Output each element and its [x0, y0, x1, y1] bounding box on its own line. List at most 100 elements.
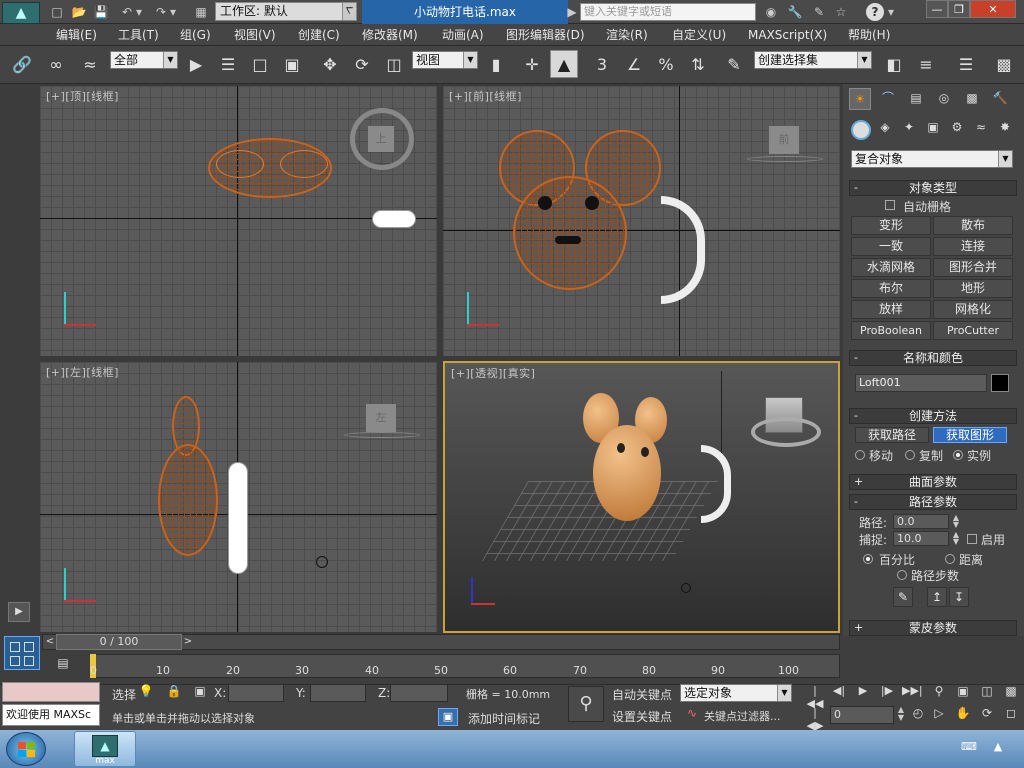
key-filters-button[interactable]: 关键点过滤器...: [704, 708, 781, 724]
restore-button[interactable]: ❐: [948, 0, 970, 18]
taskbar-3dsmax-button[interactable]: ▲ max: [74, 731, 136, 767]
key-filter-selection-dropdown[interactable]: 选定对象 ▼: [680, 684, 792, 702]
set-key-icon[interactable]: ⚲: [568, 686, 604, 722]
loft-button[interactable]: 放样: [851, 300, 931, 319]
select-and-manipulate-icon[interactable]: ✛: [518, 50, 546, 78]
viewport-perspective-label[interactable]: [+][透视][真实]: [451, 365, 535, 381]
boolean-button[interactable]: 布尔: [851, 279, 931, 298]
mouse-head-wireframe[interactable]: [513, 176, 627, 290]
viewport-perspective[interactable]: [+][透视][真实]: [443, 361, 840, 633]
viewport-left[interactable]: [+][左][线框] 左: [40, 362, 437, 632]
loft-object-top[interactable]: [372, 210, 416, 228]
application-button[interactable]: ▲: [2, 2, 40, 24]
minimize-button[interactable]: —: [926, 0, 948, 18]
zoom-icon[interactable]: ⚲: [930, 684, 948, 700]
morph-button[interactable]: 变形: [851, 216, 931, 235]
spinner-arrows-icon[interactable]: ▲ ▼: [896, 706, 906, 722]
next-key-icon[interactable]: |▶: [878, 684, 896, 700]
help-dropdown-icon[interactable]: ▾: [886, 3, 896, 21]
viewport-layout-button[interactable]: [4, 636, 40, 670]
loft-object-perspective[interactable]: [701, 445, 731, 523]
path-value-spinner[interactable]: 0.0: [893, 514, 949, 529]
selection-lock-icon[interactable]: 🔒: [166, 684, 182, 700]
viewcube-ring[interactable]: [751, 417, 821, 447]
window-crossing-icon[interactable]: ▣: [278, 50, 306, 78]
viewcube-ring[interactable]: [747, 156, 823, 162]
distance-radio[interactable]: [945, 554, 955, 564]
previous-frame-icon[interactable]: <: [44, 634, 56, 650]
viewcube-left[interactable]: 左: [366, 404, 396, 432]
open-mini-curve-editor-icon[interactable]: ▤: [50, 656, 76, 672]
shapemerge-button[interactable]: 图形合并: [933, 258, 1013, 277]
reference-coordinate-dropdown[interactable]: 视图 ▼: [412, 51, 478, 69]
terrain-button[interactable]: 地形: [933, 279, 1013, 298]
viewport-top-label[interactable]: [+][顶][线框]: [46, 88, 119, 104]
path-parameters-rollout[interactable]: - 路径参数: [849, 494, 1017, 510]
menu-tools[interactable]: 工具(T): [118, 25, 159, 45]
name-color-rollout[interactable]: - 名称和颜色: [849, 350, 1017, 366]
pick-shape-icon[interactable]: ✎: [893, 587, 913, 607]
zoom-extents-icon[interactable]: ◫: [978, 684, 996, 700]
zoom-all-icon[interactable]: ▣: [954, 684, 972, 700]
mesher-button[interactable]: 网格化: [933, 300, 1013, 319]
rectangular-selection-icon[interactable]: □: [246, 50, 274, 78]
viewport-front[interactable]: [+][前][线框] 前: [443, 86, 840, 356]
binoculars-icon[interactable]: ◉: [762, 3, 780, 21]
viewcube-top[interactable]: 上: [368, 126, 394, 152]
connect-button[interactable]: 连接: [933, 237, 1013, 256]
create-tab-icon[interactable]: ☀: [849, 88, 871, 110]
get-shape-button[interactable]: 获取图形: [933, 427, 1007, 443]
menu-graph-editors[interactable]: 图形编辑器(D): [506, 25, 585, 45]
modify-tab-icon[interactable]: ⌒: [877, 88, 899, 110]
space-warps-icon[interactable]: ≈: [971, 120, 991, 140]
geometry-icon[interactable]: [851, 120, 871, 140]
select-and-move-icon[interactable]: ✥: [316, 50, 344, 78]
viewport-left-label[interactable]: [+][左][线框]: [46, 364, 119, 380]
auto-key-button[interactable]: 自动关键点: [612, 686, 672, 703]
percent-snap-icon[interactable]: %: [652, 50, 680, 78]
key-tools-icon[interactable]: 🔧: [786, 3, 804, 21]
helpers-icon[interactable]: ⚙: [947, 120, 967, 140]
favorites-star-icon[interactable]: ☆: [832, 3, 850, 21]
open-file-icon[interactable]: 📂: [70, 3, 88, 21]
new-file-icon[interactable]: □: [48, 3, 66, 21]
welcome-text[interactable]: 欢迎使用 MAXSc: [2, 704, 100, 726]
keyboard-shortcut-override-icon[interactable]: ▲: [550, 50, 578, 78]
orbit-icon[interactable]: ⟳: [978, 706, 996, 722]
viewcube-front[interactable]: 前: [769, 126, 799, 154]
auto-grid-checkbox[interactable]: [885, 200, 895, 210]
absolute-mode-icon[interactable]: ▣: [192, 684, 208, 700]
previous-shape-icon[interactable]: ↥: [927, 587, 947, 607]
isolate-selection-icon[interactable]: 💡: [138, 684, 154, 700]
cameras-icon[interactable]: ▣: [923, 120, 943, 140]
hierarchy-tab-icon[interactable]: ▤: [905, 88, 927, 110]
undo-dropdown-icon[interactable]: ▾: [134, 3, 144, 21]
time-configuration-icon[interactable]: ◴: [910, 706, 926, 722]
align-icon[interactable]: ≡: [912, 50, 940, 78]
previous-key-icon[interactable]: ◀|: [830, 684, 848, 700]
current-frame-field[interactable]: 0: [830, 706, 894, 724]
object-type-rollout[interactable]: - 对象类型: [849, 180, 1017, 196]
menu-group[interactable]: 组(G): [180, 25, 211, 45]
loft-object-front[interactable]: [661, 196, 705, 304]
selection-filter-dropdown[interactable]: 全部 ▼: [110, 51, 178, 69]
expand-arrow-icon[interactable]: ▶: [566, 3, 578, 21]
maximize-viewport-icon[interactable]: ◻: [1002, 706, 1020, 722]
proboolean-button[interactable]: ProBoolean: [851, 321, 931, 340]
select-and-scale-icon[interactable]: ◫: [380, 50, 408, 78]
select-object-icon[interactable]: ▶: [182, 50, 210, 78]
category-dropdown[interactable]: 复合对象 ▼: [851, 150, 1013, 168]
layer-manager-icon[interactable]: ☰: [952, 50, 980, 78]
key-mode-toggle-icon[interactable]: |◀▶: [806, 706, 824, 732]
menu-help[interactable]: 帮助(H): [848, 25, 890, 45]
time-slider-thumb[interactable]: 0 / 100: [56, 634, 182, 650]
maxscript-listener-mini[interactable]: [2, 682, 100, 702]
tray-expand-icon[interactable]: ▲: [990, 740, 1006, 756]
systems-icon[interactable]: ✸: [995, 120, 1015, 140]
bind-space-warp-icon[interactable]: ≈: [76, 50, 104, 78]
next-frame-icon[interactable]: >: [182, 634, 194, 650]
path-steps-radio[interactable]: [897, 570, 907, 580]
y-coordinate-field[interactable]: [310, 684, 366, 702]
select-and-link-icon[interactable]: 🔗: [8, 50, 36, 78]
menu-customize[interactable]: 自定义(U): [672, 25, 726, 45]
